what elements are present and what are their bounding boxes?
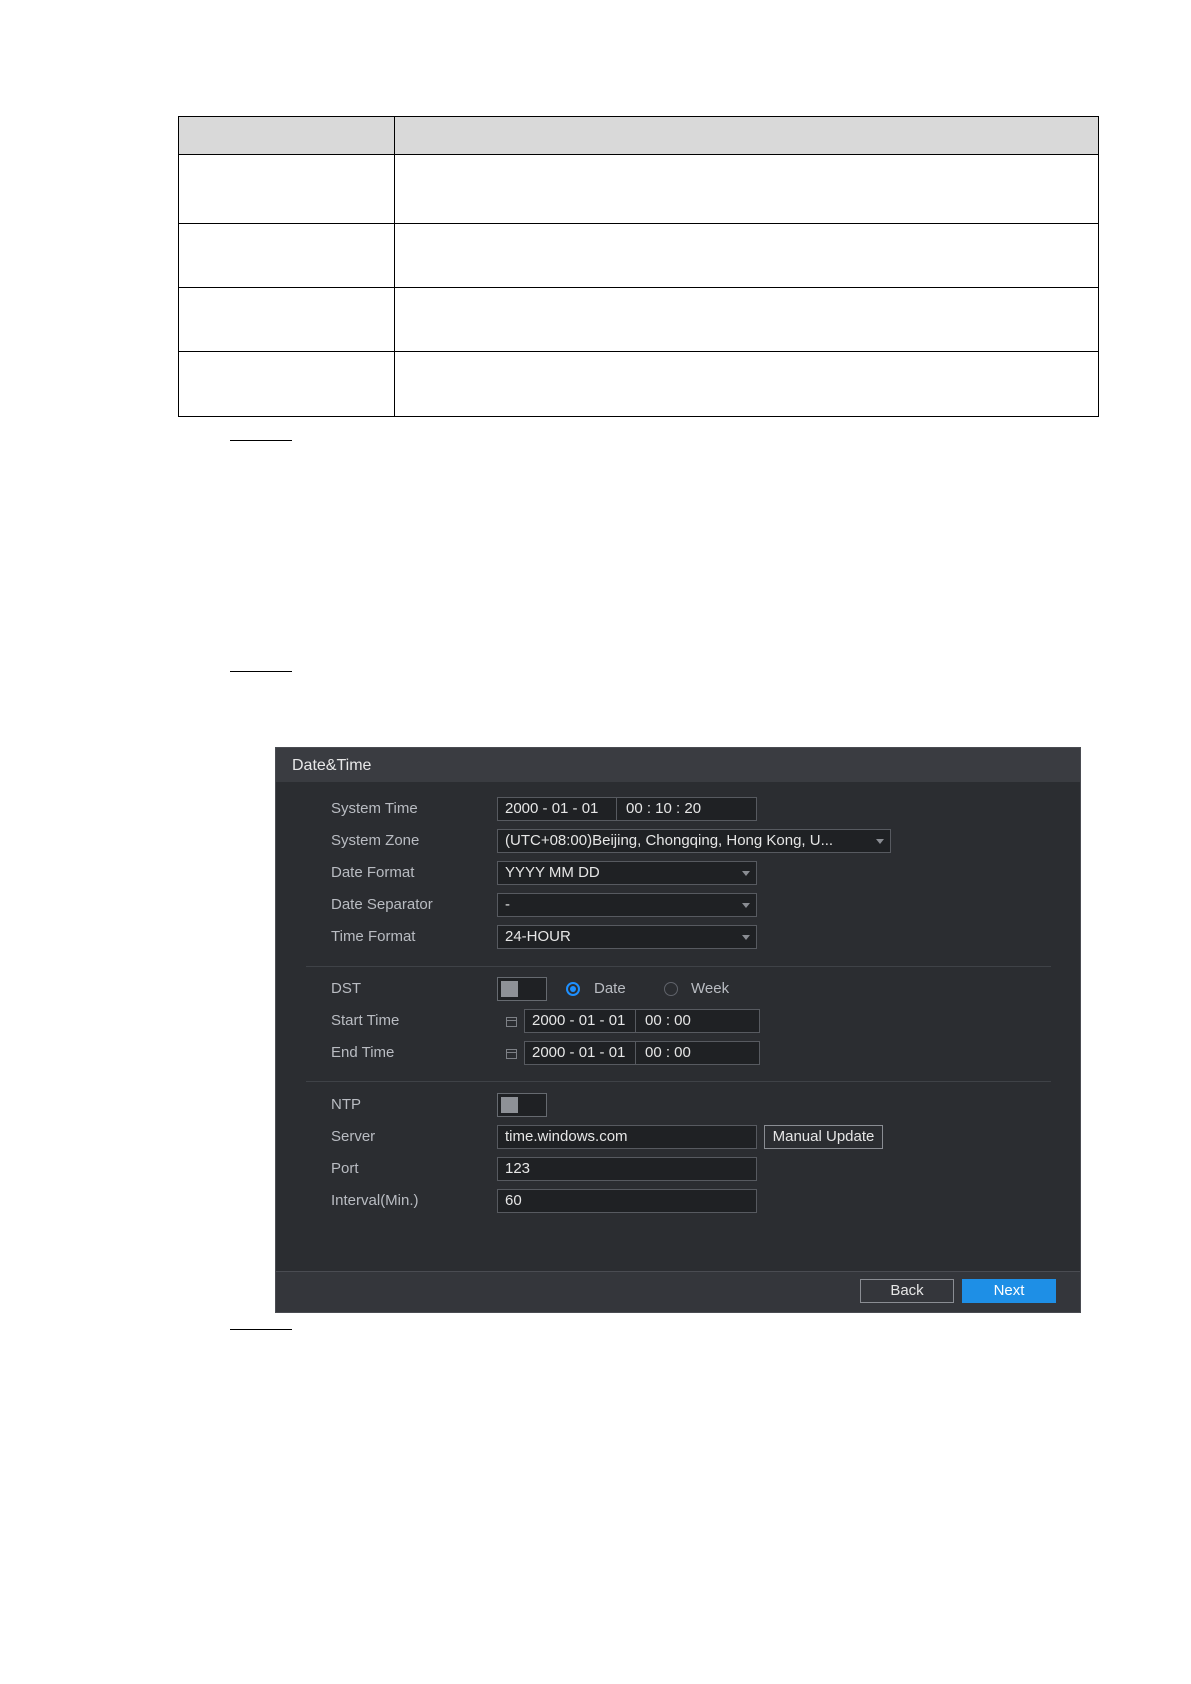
dst-date-label[interactable]: Date <box>594 980 626 997</box>
time-format-label: Time Format <box>331 928 416 945</box>
system-clock-value[interactable]: 00 : 10 : 20 <box>626 798 701 820</box>
manual-update-button[interactable]: Manual Update <box>764 1125 883 1149</box>
calendar-icon[interactable] <box>506 1017 517 1027</box>
table-row <box>178 223 1099 288</box>
table-header-row <box>178 116 1099 155</box>
section-divider <box>306 966 1051 967</box>
start-time-field[interactable]: 2000 - 01 - 01 00 : 00 <box>524 1009 760 1033</box>
table-cell <box>178 287 395 352</box>
time-format-value: 24-HOUR <box>505 928 571 945</box>
step-underline <box>230 1329 292 1330</box>
field-divider <box>635 1042 636 1064</box>
dst-week-radio[interactable] <box>664 982 678 996</box>
dialog-title: Date&Time <box>292 757 372 774</box>
start-time-label: Start Time <box>331 1012 400 1029</box>
ntp-toggle[interactable] <box>497 1093 547 1117</box>
dst-week-label[interactable]: Week <box>691 980 729 997</box>
table-cell <box>394 223 1099 288</box>
end-clock-value[interactable]: 00 : 00 <box>645 1042 691 1064</box>
time-format-dropdown[interactable]: 24-HOUR <box>497 925 757 949</box>
interval-label: Interval(Min.) <box>331 1192 419 1209</box>
system-date-value[interactable]: 2000 - 01 - 01 <box>505 798 598 820</box>
table-header-cell <box>178 116 395 155</box>
port-value: 123 <box>505 1160 531 1177</box>
dialog-header: Date&Time <box>276 748 1080 782</box>
system-zone-dropdown[interactable]: (UTC+08:00)Beijing, Chongqing, Hong Kong… <box>497 829 891 853</box>
interval-value: 60 <box>505 1192 522 1209</box>
table-cell <box>178 223 395 288</box>
date-format-dropdown[interactable]: YYYY MM DD <box>497 861 757 885</box>
chevron-down-icon <box>876 839 884 844</box>
dst-date-radio[interactable] <box>566 982 580 996</box>
port-input[interactable]: 123 <box>497 1157 757 1181</box>
date-separator-label: Date Separator <box>331 896 433 913</box>
ntp-label: NTP <box>331 1096 361 1113</box>
chevron-down-icon <box>742 871 750 876</box>
step-underline <box>230 671 292 672</box>
parameter-table <box>178 116 1099 417</box>
chevron-down-icon <box>742 903 750 908</box>
table-row <box>178 351 1099 417</box>
step-underline <box>230 440 292 441</box>
date-format-label: Date Format <box>331 864 415 881</box>
end-time-field[interactable]: 2000 - 01 - 01 00 : 00 <box>524 1041 760 1065</box>
server-input[interactable]: time.windows.com <box>497 1125 757 1149</box>
next-button[interactable]: Next <box>962 1279 1056 1303</box>
toggle-knob <box>501 981 518 997</box>
system-zone-label: System Zone <box>331 832 420 849</box>
server-value: time.windows.com <box>505 1128 628 1145</box>
table-header-cell <box>394 116 1099 155</box>
dst-label: DST <box>331 980 361 997</box>
interval-input[interactable]: 60 <box>497 1189 757 1213</box>
server-label: Server <box>331 1128 376 1145</box>
table-cell <box>394 287 1099 352</box>
port-label: Port <box>331 1160 359 1177</box>
system-time-field[interactable]: 2000 - 01 - 01 00 : 10 : 20 <box>497 797 757 821</box>
date-separator-value: - <box>505 896 510 913</box>
table-cell <box>394 154 1099 224</box>
system-zone-value: (UTC+08:00)Beijing, Chongqing, Hong Kong… <box>505 832 834 849</box>
field-divider <box>616 798 617 820</box>
toggle-knob <box>501 1097 518 1113</box>
field-divider <box>635 1010 636 1032</box>
start-clock-value[interactable]: 00 : 00 <box>645 1010 691 1032</box>
end-date-value[interactable]: 2000 - 01 - 01 <box>532 1042 625 1064</box>
date-separator-dropdown[interactable]: - <box>497 893 757 917</box>
table-row <box>178 287 1099 352</box>
table-cell <box>178 351 395 417</box>
back-button[interactable]: Back <box>860 1279 954 1303</box>
table-row <box>178 154 1099 224</box>
start-date-value[interactable]: 2000 - 01 - 01 <box>532 1010 625 1032</box>
table-cell <box>178 154 395 224</box>
date-time-dialog: Date&Time System Time 2000 - 01 - 01 00 … <box>275 747 1081 1313</box>
chevron-down-icon <box>742 935 750 940</box>
section-divider <box>306 1081 1051 1082</box>
dialog-footer: Back Next <box>276 1272 1080 1312</box>
calendar-icon[interactable] <box>506 1049 517 1059</box>
system-time-label: System Time <box>331 800 418 817</box>
dst-toggle[interactable] <box>497 977 547 1001</box>
end-time-label: End Time <box>331 1044 395 1061</box>
date-format-value: YYYY MM DD <box>505 864 600 881</box>
table-cell <box>394 351 1099 417</box>
